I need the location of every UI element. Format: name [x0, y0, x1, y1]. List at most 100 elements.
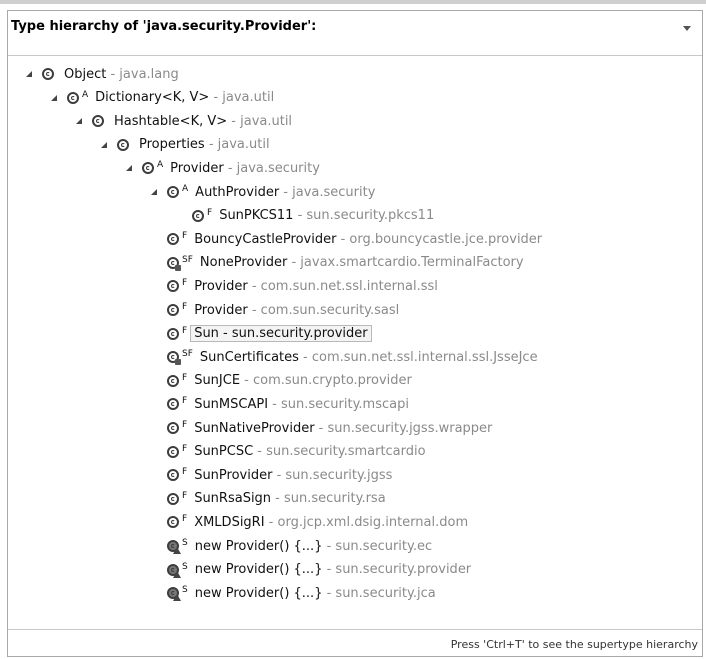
- tree-item-label: SunNativeProvider - sun.security.jgss.wr…: [194, 421, 492, 436]
- tree-item-anon-ec[interactable]: Snew Provider() {...} - sun.security.ec: [167, 535, 432, 557]
- type-name: Properties: [139, 137, 205, 153]
- package-name: - sun.security.ec: [322, 538, 433, 554]
- modifier-badge: SF: [182, 254, 193, 265]
- class-icon: [142, 162, 154, 175]
- modifier-badge: S: [182, 538, 188, 548]
- tree-item-label: Hashtable<K, V> - java.util: [114, 114, 292, 129]
- expanded-twisty-icon[interactable]: [125, 164, 133, 172]
- modifier-badge: A: [157, 160, 164, 171]
- tree-item-hashtable[interactable]: Hashtable<K, V> - java.util: [75, 110, 292, 132]
- tree-item-label: SunPKCS11 - sun.security.pkcs11: [219, 208, 434, 223]
- anonymous-class-icon: [167, 563, 181, 578]
- modifier-badge: F: [182, 420, 188, 430]
- package-name: - java.security: [279, 184, 376, 200]
- tree-item-sun[interactable]: F Sun - sun.security.provider: [167, 323, 372, 345]
- class-icon: [167, 445, 179, 458]
- type-name: new Provider() {...}: [194, 562, 323, 578]
- tree-item-label: new Provider() {...} - sun.security.ec: [195, 539, 432, 554]
- tree-item-properties[interactable]: Properties - java.util: [100, 134, 270, 156]
- modifier-badge: S: [182, 585, 188, 596]
- tree-item-sunpcsc[interactable]: F SunPCSC - sun.security.smartcardio: [167, 441, 426, 463]
- modifier-badge: SF: [182, 349, 193, 360]
- type-name: Provider: [194, 278, 248, 294]
- tree-item-authprovider[interactable]: A AuthProvider - java.security: [150, 181, 375, 203]
- anonymous-class-icon: [167, 587, 181, 602]
- type-name: Dictionary<K, V>: [95, 90, 210, 106]
- tree-item-sunrsasign[interactable]: F SunRsaSign - sun.security.rsa: [167, 488, 386, 510]
- package-name: - java.util: [204, 137, 270, 153]
- tree-item-provider-ssl[interactable]: F Provider - com.sun.net.ssl.internal.ssl: [167, 275, 438, 297]
- view-menu-button[interactable]: [680, 21, 694, 35]
- type-name: NoneProvider: [199, 255, 288, 271]
- type-name: SunNativeProvider: [194, 420, 315, 436]
- package-name: - sun.security.jgss.wrapper: [314, 420, 493, 436]
- tree-item-sunnativeprovider[interactable]: F SunNativeProvider - sun.security.jgss.w…: [167, 417, 492, 439]
- package-name: - java.util: [227, 113, 293, 129]
- type-name: SunPCSC: [194, 444, 254, 460]
- type-name: SunCertificates: [199, 349, 299, 365]
- class-icon: [167, 516, 179, 529]
- modifier-badge: F: [182, 372, 188, 383]
- package-name: - javax.smartcardio.TerminalFactory: [287, 255, 524, 271]
- tree-item-label: Dictionary<K, V> - java.util: [95, 90, 274, 105]
- package-name: - org.bouncycastle.jce.provider: [336, 231, 543, 247]
- modifier-badge: F: [182, 278, 188, 289]
- tree-item-noneprovider[interactable]: SF NoneProvider - javax.smartcardio.Termi…: [167, 252, 524, 274]
- tree-item-anon-jca[interactable]: Snew Provider() {...} - sun.security.jca: [167, 582, 436, 604]
- package-name: - org.jcp.xml.dsig.internal.dom: [264, 514, 469, 530]
- tree-item-suncertificates[interactable]: SF SunCertificates - com.sun.net.ssl.inte…: [167, 346, 538, 368]
- class-icon: [67, 91, 79, 104]
- type-name: SunJCE: [194, 373, 241, 389]
- modifier-badge: A: [82, 89, 89, 100]
- package-name: - java.lang: [106, 66, 179, 82]
- chevron-down-icon: [683, 25, 691, 31]
- tree-item-label: Provider - com.sun.security.sasl: [194, 303, 399, 318]
- modifier-badge: F: [182, 467, 188, 478]
- modifier-badge: F: [182, 231, 188, 242]
- tree-item-anon-provider[interactable]: Snew Provider() {...} - sun.security.pro…: [167, 559, 471, 581]
- tree-item-sunpkcs11[interactable]: F SunPKCS11 - sun.security.pkcs11: [192, 205, 434, 227]
- type-name: Provider: [170, 160, 224, 176]
- package-name: - java.security: [223, 160, 320, 176]
- tree-item-dictionary[interactable]: A Dictionary<K, V> - java.util: [50, 87, 274, 109]
- tree-item-provider-sasl[interactable]: F Provider - com.sun.security.sasl: [167, 299, 399, 321]
- class-icon: [167, 280, 179, 293]
- tree-item-label: new Provider() {...} - sun.security.jca: [195, 586, 436, 601]
- tree-item-label: SunMSCAPI - sun.security.mscapi: [194, 397, 409, 412]
- tree-item-label: SunJCE - com.sun.crypto.provider: [194, 373, 412, 388]
- type-name: new Provider() {...}: [194, 538, 323, 554]
- tree-item-label: Properties - java.util: [139, 137, 270, 152]
- expanded-twisty-icon[interactable]: [100, 141, 108, 149]
- class-icon: [167, 256, 181, 271]
- package-name: - sun.security.jca: [322, 585, 436, 601]
- tree-item-sunjce[interactable]: F SunJCE - com.sun.crypto.provider: [167, 370, 412, 392]
- expanded-twisty-icon[interactable]: [75, 117, 83, 125]
- class-icon: [92, 115, 104, 128]
- package-name: - com.sun.net.ssl.internal.ssl.JsseJce: [298, 349, 538, 365]
- tree-item-label: BouncyCastleProvider - org.bouncycastle.…: [194, 232, 542, 247]
- type-name: SunMSCAPI: [194, 396, 269, 412]
- popup-header: Type hierarchy of 'java.security.Provide…: [8, 11, 702, 55]
- expanded-twisty-icon[interactable]: [150, 188, 158, 196]
- tree-item-object[interactable]: Object - java.lang: [25, 63, 179, 85]
- type-name: Provider: [194, 302, 248, 318]
- expanded-twisty-icon[interactable]: [50, 94, 58, 102]
- tree-item-sunmscapi[interactable]: F SunMSCAPI - sun.security.mscapi: [167, 393, 409, 415]
- tree-item-provider-root[interactable]: A Provider - java.security: [125, 157, 320, 179]
- tree-item-xmldsigri[interactable]: F XMLDSigRI - org.jcp.xml.dsig.internal.d…: [167, 511, 468, 533]
- expanded-twisty-icon[interactable]: [25, 70, 33, 78]
- tree-item-label: new Provider() {...} - sun.security.prov…: [195, 562, 471, 577]
- tree-item-sunprovider[interactable]: F SunProvider - sun.security.jgss: [167, 464, 392, 486]
- package-name: - com.sun.security.sasl: [247, 302, 400, 318]
- tree-item-label: Provider - java.security: [170, 161, 320, 176]
- modifier-badge: A: [182, 184, 189, 194]
- status-hint: Press 'Ctrl+T' to see the supertype hier…: [450, 638, 698, 651]
- modifier-badge: S: [182, 561, 188, 572]
- class-icon: [167, 304, 179, 316]
- tree-item-label: XMLDSigRI - org.jcp.xml.dsig.internal.do…: [194, 515, 468, 530]
- tree-item-bouncycastle[interactable]: F BouncyCastleProvider - org.bouncycastle…: [167, 228, 542, 250]
- type-name: Object: [64, 66, 107, 82]
- class-icon: [167, 327, 179, 340]
- class-icon: [167, 398, 179, 411]
- package-name: - sun.security.rsa: [271, 491, 386, 507]
